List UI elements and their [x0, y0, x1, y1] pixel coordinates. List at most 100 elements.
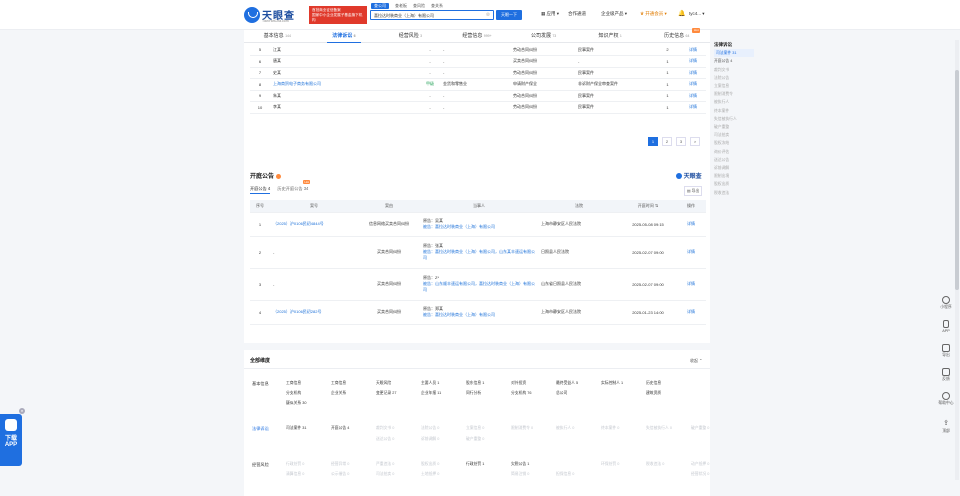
dims-item[interactable]: 裁判文书 0 [376, 426, 394, 431]
rnav-item[interactable]: 开庭公告 4 [714, 57, 754, 65]
defendant[interactable]: 被告：山东顺丰速运有限公司，喜拉达时装商业（上海）有限公司 [423, 281, 535, 293]
download-app-widget[interactable]: × 下载 APP [0, 408, 25, 466]
dims-item[interactable]: 土地抵押 0 [421, 472, 439, 477]
dims-item[interactable]: 担保信息 0 [556, 472, 574, 477]
subtab-court-history[interactable]: 历史开庭公告 34 Hot [277, 180, 311, 191]
dims-item[interactable]: 简易注销 0 [511, 472, 529, 477]
dims-item[interactable]: 失信被执行人 0 [646, 426, 672, 431]
cell-action[interactable]: 详情 [676, 212, 706, 237]
rnav-item[interactable]: 股权出质 [714, 180, 754, 188]
rnav-item[interactable]: 送达公告 [714, 156, 754, 164]
dims-item[interactable]: 破产重整 0 [691, 426, 709, 431]
th-time[interactable]: 开庭时间 ⇅ [620, 200, 676, 213]
rnav-item[interactable]: 裁判文书 [714, 66, 754, 74]
float-miniprogram[interactable]: 小程序 [935, 296, 957, 320]
cell-case[interactable]: （2025）沪0106民初282号 [270, 300, 358, 325]
dims-item[interactable]: 限制消费令 0 [511, 426, 533, 431]
cell-action[interactable]: 详情 [680, 55, 706, 68]
cell-action[interactable]: 详情 [676, 300, 706, 325]
search-tab-risk[interactable]: 查风险 [413, 3, 425, 9]
search-tab-relation[interactable]: 查关系 [431, 3, 443, 9]
collapse-button[interactable]: 收起 ⌃ [690, 358, 702, 364]
dims-item[interactable]: 天眼风险 [376, 381, 391, 386]
rnav-item[interactable]: 破产重整 [714, 123, 754, 131]
cell-action[interactable]: 详情 [680, 67, 706, 79]
dims-item[interactable]: 总公司 [556, 391, 567, 396]
cell-action[interactable]: 详情 [676, 236, 706, 269]
float-app[interactable]: APP [935, 320, 957, 344]
dims-item[interactable]: 法院公告 0 [421, 426, 439, 431]
float-export[interactable]: 导出 [935, 344, 957, 368]
dims-item[interactable]: 环保处罚 0 [601, 462, 619, 467]
dims-item[interactable]: 工商信息 [286, 381, 301, 386]
dims-item[interactable]: 立案信息 0 [466, 426, 484, 431]
defendant[interactable]: 被告：喜拉达时装商业（上海）有限公司，山东某丰速运有限公司 [423, 249, 535, 261]
rnav-item[interactable]: 限制消费令 [714, 90, 754, 98]
page-2[interactable]: 2 [662, 137, 672, 146]
tab-risk[interactable]: 经营风险 3 [377, 30, 444, 42]
nav-enterprise[interactable]: 企业级产品 ▾ [601, 11, 627, 17]
dims-item[interactable]: 严重违法 0 [376, 462, 394, 467]
cell-action[interactable]: 详情 [680, 101, 706, 114]
search-tab-boss[interactable]: 查老板 [395, 3, 407, 9]
search-tab-company[interactable]: 查公司 [371, 3, 389, 9]
tab-ip[interactable]: 知识产权 1 [577, 30, 644, 42]
dims-item[interactable]: 经营异常 0 [331, 462, 349, 467]
dims-item[interactable]: 清算信息 0 [286, 472, 304, 477]
dims-item[interactable]: 对外投资 [511, 381, 526, 386]
dims-item[interactable]: 历史信息 [646, 381, 661, 386]
dims-item[interactable]: 企业年报 11 [421, 391, 441, 396]
dims-item[interactable]: 欠税公告 1 [511, 462, 529, 467]
dims-item[interactable]: 开庭公告 4 [331, 426, 349, 431]
defendant[interactable]: 被告：喜拉达时装商业（上海）有限公司 [423, 312, 535, 318]
rnav-item[interactable]: 终本案件 [714, 107, 754, 115]
rnav-item[interactable]: 询价评估 [714, 148, 754, 156]
dims-item[interactable]: 送达公告 0 [376, 437, 394, 442]
dims-item[interactable]: 经营状况 0 [691, 472, 709, 477]
bell-icon[interactable]: 🔔 [678, 10, 685, 17]
page-3[interactable]: 3 [676, 137, 686, 146]
dims-item[interactable]: 分支机构 [286, 391, 301, 396]
header-banner[interactable]: 首批商业征信备案 国家中小企业发展子基金旗下机构 [309, 6, 367, 24]
rnav-item[interactable]: 诉前调解 [714, 164, 754, 172]
cell-action[interactable]: 详情 [680, 44, 706, 56]
cell-action[interactable]: 详情 [680, 90, 706, 102]
dims-item[interactable]: 最终受益人 5 [556, 381, 578, 386]
dims-item[interactable]: 变更记录 27 [376, 391, 396, 396]
rnav-item[interactable]: 法院公告 [714, 74, 754, 82]
dims-item[interactable]: 股权出质 0 [421, 462, 439, 467]
dims-item[interactable]: 工商信息 [331, 381, 346, 386]
dims-item[interactable]: 企业关系 [331, 391, 346, 396]
dims-item[interactable]: 主要人员 1 [421, 381, 439, 386]
export-button[interactable]: ▤ 导出 [684, 186, 703, 196]
dims-item[interactable]: 诉前调解 0 [421, 437, 439, 442]
tab-lawsuit[interactable]: 法律诉讼 6 [311, 30, 378, 43]
dims-item[interactable]: 同行分析 [466, 391, 481, 396]
cell-party[interactable]: 上海商贸电子商务有限公司 [270, 78, 420, 91]
tab-basic[interactable]: 基本信息 144 [244, 30, 311, 42]
dims-item[interactable]: 司法案件 31 [286, 426, 306, 431]
cell-case[interactable]: （2025）沪0106民初4844号 [270, 212, 358, 237]
nav-cooperation[interactable]: 合作通道 [568, 11, 586, 17]
dims-item[interactable]: 税收违法 0 [646, 462, 664, 467]
search-button[interactable]: 天眼一下 [496, 10, 522, 20]
defendant[interactable]: 被告：喜拉达时装商业（上海）有限公司 [423, 224, 535, 230]
rnav-item[interactable]: 立案信息 [714, 82, 754, 90]
nav-user[interactable]: tyc4... ▾ [689, 11, 705, 17]
rnav-item[interactable]: 司法拍卖 [714, 131, 754, 139]
float-top[interactable]: ⇪ 顶部 [935, 420, 957, 444]
close-icon[interactable]: × [19, 408, 25, 414]
dims-item[interactable]: 疑似关系 30 [286, 401, 306, 406]
nav-apps[interactable]: ▦ 应用 ▾ [541, 11, 559, 17]
clear-icon[interactable]: ⊗ [486, 12, 490, 18]
rnav-item[interactable]: 失信被执行人 [714, 115, 754, 123]
tab-history[interactable]: 历史信息 64 Hot [643, 28, 710, 42]
rnav-item[interactable]: 被执行人 [714, 98, 754, 106]
rnav-item[interactable]: 司法案件 31 [714, 49, 754, 58]
float-feedback[interactable]: 反馈 [935, 368, 957, 392]
logo[interactable]: 天眼查 TianYanCha.com [244, 6, 308, 24]
dims-item[interactable]: 被执行人 0 [556, 426, 574, 431]
rnav-item[interactable]: 股权冻结 [714, 139, 754, 147]
dims-item[interactable]: 公示催告 0 [331, 472, 349, 477]
dims-item[interactable]: 建筑资质 [646, 391, 661, 396]
